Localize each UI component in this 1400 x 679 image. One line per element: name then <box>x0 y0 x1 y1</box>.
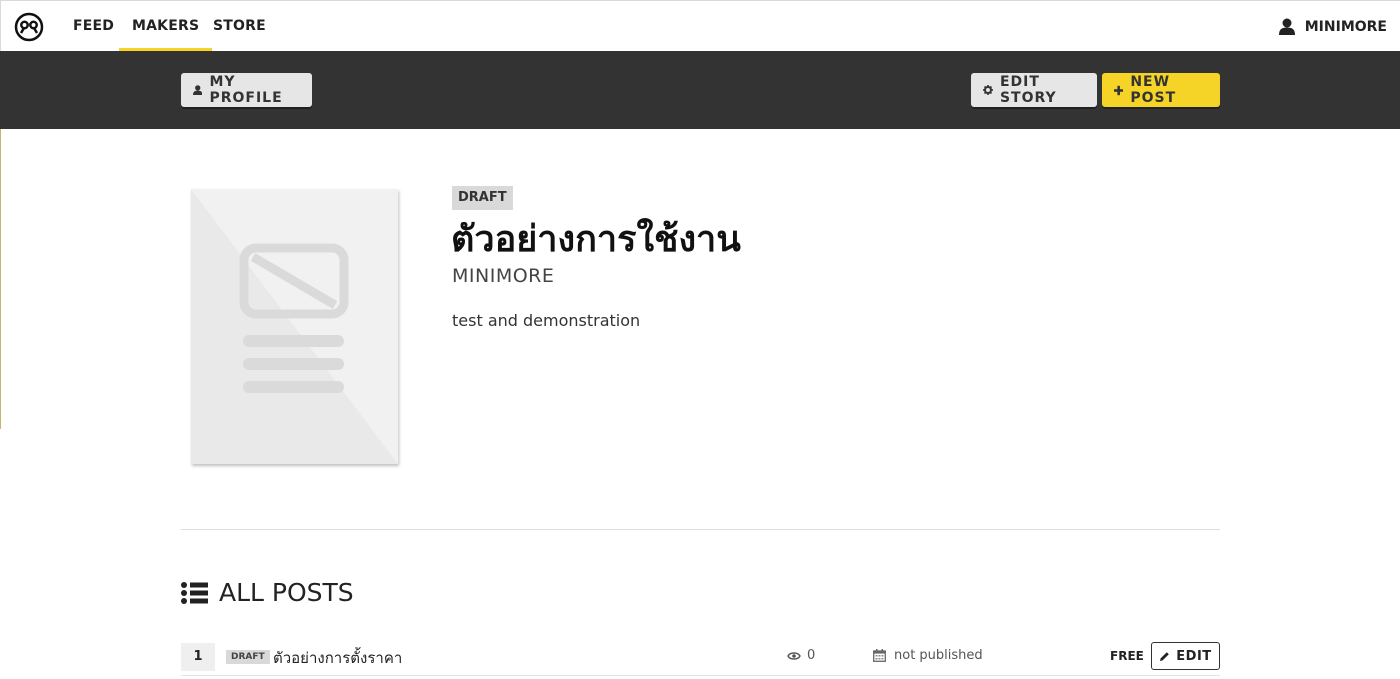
minimore-logo-icon[interactable] <box>14 12 44 42</box>
post-row[interactable]: 1 DRAFT ตัวอย่างการตั้งราคา 0 not publis… <box>181 640 1220 676</box>
eye-icon <box>787 651 801 660</box>
left-edge-line <box>0 129 1 429</box>
my-profile-label: MY PROFILE <box>209 74 283 106</box>
all-posts-label: ALL POSTS <box>219 578 354 607</box>
post-views: 0 <box>787 648 815 663</box>
my-profile-button[interactable]: MY PROFILE <box>181 73 312 107</box>
post-publish-status: not published <box>894 648 983 663</box>
post-edit-label: EDIT <box>1176 648 1212 664</box>
image-placeholder-icon <box>191 189 398 464</box>
section-divider <box>181 529 1220 530</box>
calendar-icon <box>873 649 886 662</box>
story-description: test and demonstration <box>452 311 641 330</box>
post-views-count: 0 <box>807 648 816 663</box>
story-status-badge: DRAFT <box>452 186 513 210</box>
list-icon <box>181 581 208 604</box>
post-edit-button[interactable]: EDIT <box>1151 642 1220 670</box>
nav-store[interactable]: STORE <box>213 1 266 52</box>
user-menu[interactable]: MINIMORE <box>1278 1 1387 52</box>
story-toolbar: MY PROFILE EDIT STORY NEW POST <box>0 51 1400 129</box>
plus-icon <box>1114 85 1124 95</box>
gear-icon <box>983 85 993 95</box>
new-post-label: NEW POST <box>1130 74 1177 106</box>
post-publish-date: not published <box>873 648 983 663</box>
edit-story-button[interactable]: EDIT STORY <box>971 73 1097 107</box>
post-status-badge: DRAFT <box>226 650 270 664</box>
post-title[interactable]: ตัวอย่างการตั้งราคา <box>273 646 402 670</box>
post-price: FREE <box>1110 649 1144 663</box>
new-post-button[interactable]: NEW POST <box>1102 73 1220 107</box>
post-number: 1 <box>181 643 215 671</box>
pencil-icon <box>1160 651 1170 661</box>
user-icon <box>193 85 203 96</box>
edit-story-label: EDIT STORY <box>999 74 1057 106</box>
story-title: ตัวอย่างการใช้งาน <box>451 219 741 260</box>
user-name: MINIMORE <box>1304 18 1387 35</box>
nav-makers[interactable]: MAKERS <box>118 1 213 52</box>
all-posts-heading: ALL POSTS <box>181 578 354 607</box>
nav-feed[interactable]: FEED <box>73 1 114 52</box>
user-icon <box>1278 18 1295 35</box>
story-author[interactable]: MINIMORE <box>452 265 554 287</box>
top-navbar: FEED MAKERS STORE MINIMORE <box>0 0 1400 52</box>
story-cover-image[interactable] <box>191 189 398 464</box>
